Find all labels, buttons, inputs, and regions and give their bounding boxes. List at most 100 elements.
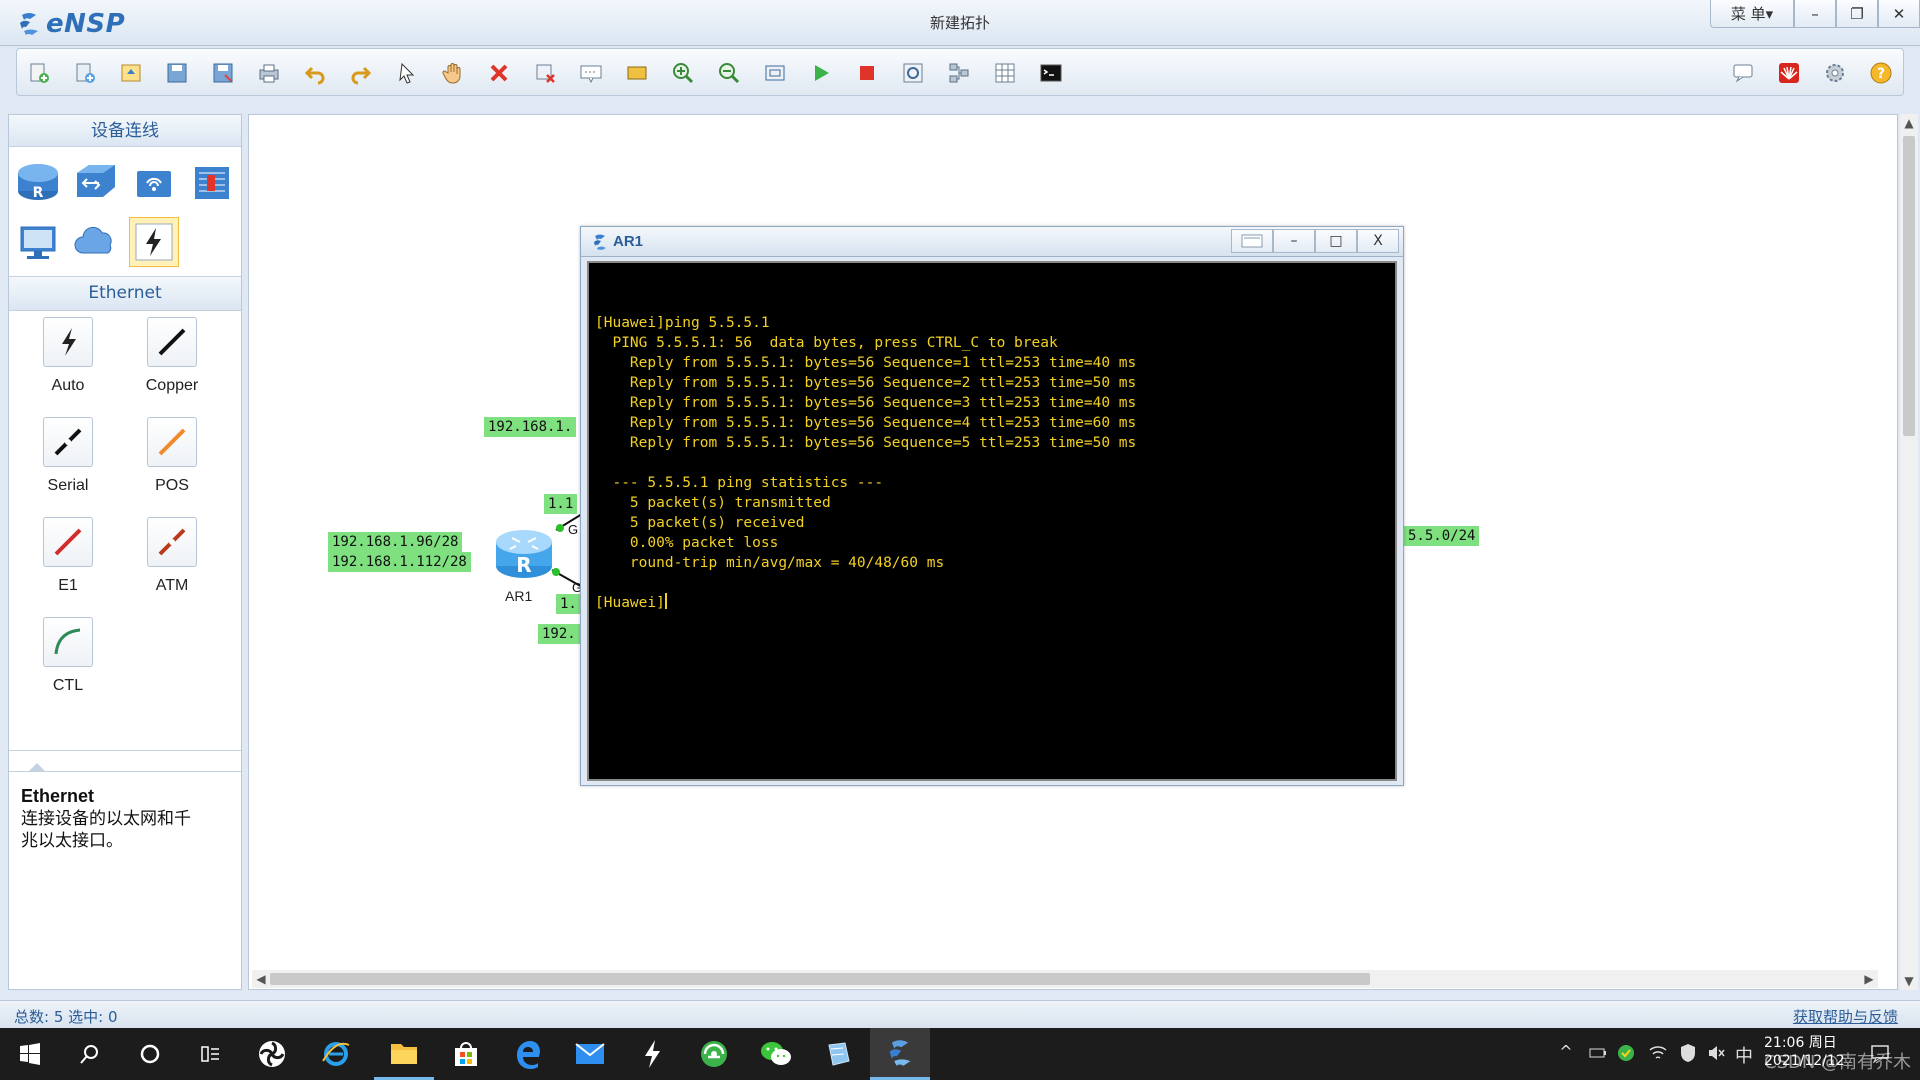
stop-device-icon[interactable] [853, 59, 881, 87]
task-view-icon[interactable] [180, 1028, 240, 1080]
pan-hand-icon[interactable] [439, 59, 467, 87]
ie-icon[interactable] [306, 1028, 366, 1080]
switch-category-icon[interactable] [71, 157, 121, 207]
vertical-scrollbar[interactable]: ▲ ▼ [1900, 114, 1918, 990]
new-lab-icon[interactable] [71, 59, 99, 87]
wlan-category-icon[interactable] [129, 157, 179, 207]
open-icon[interactable] [117, 59, 145, 87]
network-label[interactable]: 192. [538, 624, 580, 644]
console-title: AR1 [613, 233, 644, 250]
network-label[interactable]: 5.5.0/24 [1404, 526, 1480, 546]
rectangle-icon[interactable] [623, 59, 651, 87]
help-feedback-link[interactable]: 获取帮助与反馈 [1793, 1006, 1898, 1027]
cable-auto[interactable]: Auto [23, 311, 113, 401]
scroll-left-icon[interactable]: ◀ [252, 970, 270, 988]
search-icon[interactable] [60, 1028, 120, 1080]
wechat-icon[interactable] [746, 1028, 806, 1080]
network-label[interactable]: 192.168.1.112/28 [328, 552, 471, 572]
cable-serial[interactable]: Serial [23, 411, 113, 501]
ensp-icon[interactable] [870, 1028, 930, 1080]
e1-cable-icon [43, 517, 93, 567]
firewall-category-icon[interactable] [187, 157, 237, 207]
cable-e1[interactable]: E1 [23, 511, 113, 601]
delete-link-icon[interactable] [531, 59, 559, 87]
console-minimize-button[interactable]: – [1273, 229, 1315, 253]
print-icon[interactable] [255, 59, 283, 87]
grid-icon[interactable] [991, 59, 1019, 87]
cloud-category-icon[interactable] [71, 217, 121, 267]
ctl-cable-icon [43, 617, 93, 667]
delete-icon[interactable] [485, 59, 513, 87]
pos-cable-icon [147, 417, 197, 467]
console-title-bar[interactable]: AR1 – □ X [581, 227, 1403, 257]
cable-category-icon[interactable] [129, 217, 179, 267]
start-icon[interactable] [0, 1028, 60, 1080]
horizontal-scroll-thumb[interactable] [270, 973, 1370, 985]
console-window-controls: – □ X [1231, 229, 1399, 253]
topology-icon[interactable] [945, 59, 973, 87]
description-title: Ethernet [21, 786, 95, 806]
cortana-icon[interactable] [120, 1028, 180, 1080]
cli-icon[interactable] [1037, 59, 1065, 87]
app-s-icon[interactable] [242, 1028, 302, 1080]
ime-indicator[interactable]: 中 [1734, 1042, 1754, 1067]
mail-icon[interactable] [560, 1028, 620, 1080]
save-as-icon[interactable] [209, 59, 237, 87]
select-icon[interactable] [393, 59, 421, 87]
start-device-icon[interactable] [807, 59, 835, 87]
network-label[interactable]: 192.168.1.96/28 [328, 532, 463, 552]
settings-icon[interactable] [1821, 59, 1849, 87]
zoom-out-icon[interactable] [715, 59, 743, 87]
new-topology-icon[interactable] [25, 59, 53, 87]
cable-ctl[interactable]: CTL [23, 611, 113, 701]
cable-pos[interactable]: POS [127, 411, 217, 501]
close-button[interactable]: ✕ [1878, 0, 1920, 28]
security-shield-icon[interactable] [1678, 1042, 1698, 1064]
cable-label: Copper [145, 377, 199, 394]
vertical-scroll-thumb[interactable] [1903, 136, 1915, 436]
minimize-button[interactable]: – [1794, 0, 1836, 28]
scroll-right-icon[interactable]: ▶ [1860, 970, 1878, 988]
description-text-line2: 兆以太接口。 [21, 831, 123, 851]
router-ar1-icon[interactable]: R [492, 522, 556, 582]
svg-text:R: R [516, 553, 531, 577]
virtualbox-icon[interactable] [808, 1028, 868, 1080]
zoom-in-icon[interactable] [669, 59, 697, 87]
terminal-line: 0.00% packet loss [595, 535, 779, 551]
battery-icon[interactable] [1588, 1042, 1608, 1064]
huawei-icon[interactable] [1775, 59, 1803, 87]
antivirus-tray-icon[interactable] [1616, 1042, 1636, 1064]
link-label[interactable]: 1.1 [544, 494, 578, 514]
text-note-icon[interactable] [577, 59, 605, 87]
save-icon[interactable] [163, 59, 191, 87]
volume-muted-icon[interactable] [1706, 1042, 1726, 1064]
browser-360-icon[interactable] [684, 1028, 744, 1080]
tray-expand-icon[interactable]: ^ [1556, 1042, 1576, 1064]
cable-copper[interactable]: Copper [127, 311, 217, 401]
console-close-button[interactable]: X [1357, 229, 1399, 253]
undo-icon[interactable] [301, 59, 329, 87]
file-explorer-icon[interactable] [374, 1028, 434, 1080]
capture-icon[interactable] [899, 59, 927, 87]
horizontal-scrollbar[interactable]: ◀ ▶ [252, 970, 1878, 988]
store-icon[interactable] [436, 1028, 496, 1080]
console-maximize-button[interactable]: □ [1315, 229, 1357, 253]
terminal-output[interactable]: [Huawei]ping 5.5.5.1 PING 5.5.5.1: 56 da… [587, 261, 1397, 781]
lightning-app-icon[interactable] [622, 1028, 682, 1080]
main-menu-button[interactable]: 菜 单▾ [1710, 0, 1794, 28]
network-label[interactable]: 192.168.1. [484, 417, 577, 437]
help-icon[interactable]: ? [1867, 59, 1895, 87]
redo-icon[interactable] [347, 59, 375, 87]
edge-icon[interactable] [498, 1028, 558, 1080]
pc-category-icon[interactable] [13, 217, 63, 267]
restore-button[interactable]: ❐ [1836, 0, 1878, 28]
cable-atm[interactable]: ATM [127, 511, 217, 601]
scroll-down-icon[interactable]: ▼ [1900, 972, 1918, 990]
router-category-icon[interactable]: R [13, 157, 63, 207]
scroll-up-icon[interactable]: ▲ [1900, 114, 1918, 132]
fit-view-icon[interactable] [761, 59, 789, 87]
console-options-button[interactable] [1231, 229, 1273, 253]
wifi-icon[interactable] [1648, 1042, 1668, 1064]
chat-icon[interactable] [1729, 59, 1757, 87]
link-label[interactable]: 1. [556, 594, 581, 614]
